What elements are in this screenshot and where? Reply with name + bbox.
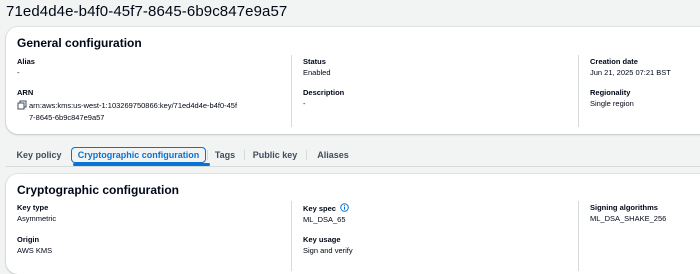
arn-value: arn:aws:kms:us-west-1:103269750866:key/7… <box>29 101 238 122</box>
description-value: - <box>303 99 306 108</box>
key-usage-value: Sign and verify <box>303 246 353 255</box>
cryptographic-configuration-heading: Cryptographic configuration <box>17 183 179 197</box>
signing-algorithms-value: ML_DSA_SHAKE_256 <box>590 214 667 223</box>
origin-value: AWS KMS <box>17 246 53 255</box>
general-configuration-panel: General configuration Alias - ARN arn:aw… <box>6 27 700 134</box>
alias-label: Alias <box>17 57 35 66</box>
general-configuration-heading: General configuration <box>17 36 142 50</box>
column-divider <box>291 55 292 127</box>
page-title: 71ed4d4e-b4f0-45f7-8645-6b9c847e9a57 <box>6 3 288 20</box>
regionality-value: Single region <box>590 99 634 108</box>
status-label: Status <box>303 57 326 66</box>
active-tab-indicator <box>73 163 210 166</box>
creation-date-value: Jun 21, 2025 07:21 BST <box>590 68 671 77</box>
key-type-label: Key type <box>17 203 49 212</box>
regionality-field: Regionality Single region <box>590 88 634 109</box>
copy-icon[interactable] <box>17 100 27 110</box>
tab-tags[interactable]: Tags <box>209 147 241 163</box>
status-field: Status Enabled <box>303 57 331 78</box>
alias-value: - <box>17 68 20 77</box>
key-usage-label: Key usage <box>303 235 341 244</box>
cryptographic-configuration-panel: Cryptographic configuration Key type Asy… <box>6 174 700 274</box>
signing-algorithms-field: Signing algorithms ML_DSA_SHAKE_256 <box>590 203 666 224</box>
tab-key-policy[interactable]: Key policy <box>10 147 68 163</box>
origin-field: Origin AWS KMS <box>17 235 52 256</box>
column-divider <box>291 201 292 271</box>
key-type-value: Asymmetric <box>17 214 57 223</box>
tab-separator <box>244 150 245 160</box>
arn-field: ARN arn:aws:kms:us-west-1:103269750866:k… <box>17 88 239 124</box>
tab-separator <box>207 150 208 160</box>
key-spec-label: Key spec <box>303 204 336 213</box>
regionality-label: Regionality <box>590 88 631 97</box>
column-divider <box>578 201 579 271</box>
tab-cryptographic-configuration[interactable]: Cryptographic configuration <box>71 147 206 163</box>
info-icon[interactable] <box>340 203 349 212</box>
key-usage-field: Key usage Sign and verify <box>303 235 353 256</box>
origin-label: Origin <box>17 235 40 244</box>
signing-algorithms-label: Signing algorithms <box>590 203 658 212</box>
tab-separator <box>306 150 307 160</box>
key-type-field: Key type Asymmetric <box>17 203 56 224</box>
key-spec-field: Key spec ML_DSA_65 <box>303 203 349 225</box>
description-field: Description - <box>303 88 344 109</box>
status-value: Enabled <box>303 68 331 77</box>
column-divider <box>578 55 579 127</box>
key-spec-value: ML_DSA_65 <box>303 215 346 224</box>
key-spec-label-row: Key spec <box>303 203 349 214</box>
tab-public-key[interactable]: Public key <box>247 147 303 163</box>
creation-date-label: Creation date <box>590 57 638 66</box>
creation-date-field: Creation date Jun 21, 2025 07:21 BST <box>590 57 671 78</box>
arn-label: ARN <box>17 88 34 97</box>
description-label: Description <box>303 88 345 97</box>
alias-field: Alias - <box>17 57 35 78</box>
tab-bar: Key policy Cryptographic configuration T… <box>6 143 700 167</box>
tab-aliases[interactable]: Aliases <box>309 147 357 163</box>
